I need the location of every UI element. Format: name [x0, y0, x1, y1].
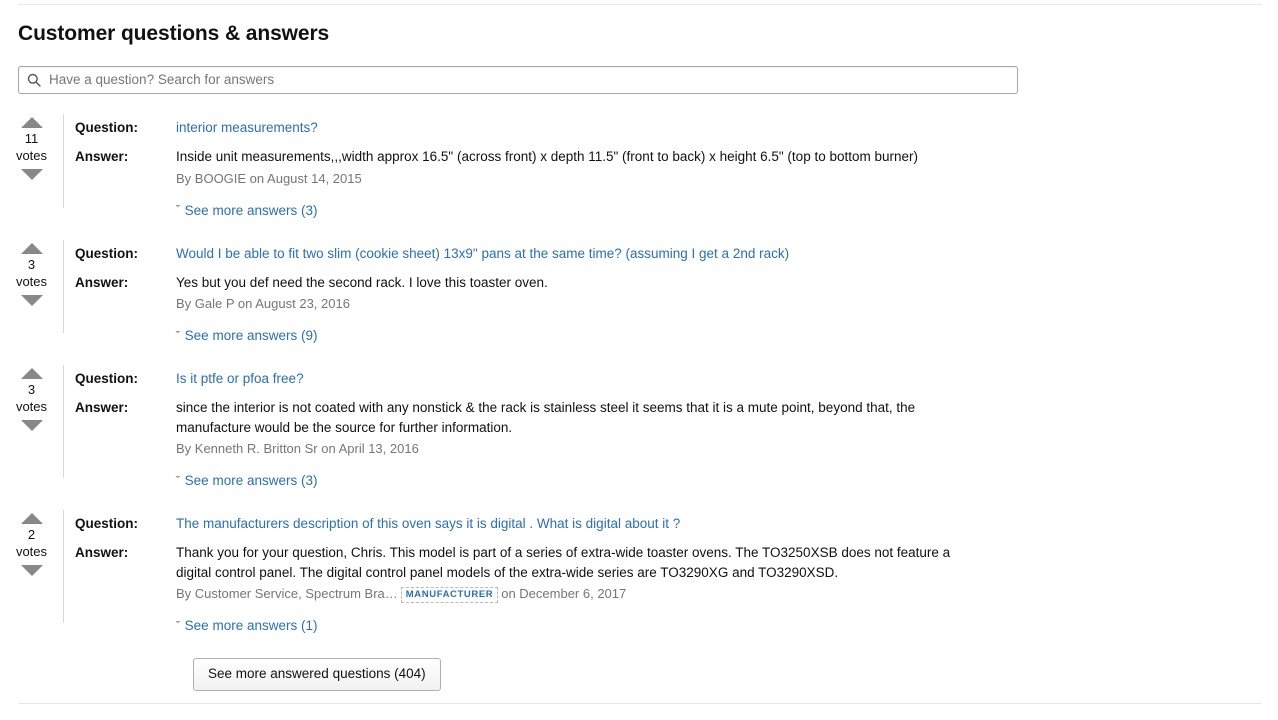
- answer-label: Answer:: [75, 274, 129, 290]
- vote-up-icon[interactable]: [20, 368, 43, 379]
- vote-label: votes: [15, 399, 48, 414]
- answer-label: Answer:: [75, 400, 129, 415]
- qa-item: 2 votes Question: The manufacturers desc…: [0, 500, 1278, 645]
- question-link[interactable]: The manufacturers description of this ov…: [176, 516, 680, 531]
- chevron-down-icon: ˇ: [175, 329, 180, 342]
- byline-author: By Kenneth R. Britton Sr on April 13, 20…: [176, 441, 419, 456]
- question-label: Question:: [75, 245, 138, 261]
- chevron-down-icon: ˇ: [175, 474, 180, 487]
- answer-content: Thank you for your question, Chris. This…: [176, 543, 980, 635]
- question-row: Question: interior measurements?: [75, 118, 1278, 137]
- qa-body: Question: Would I be able to fit two sli…: [64, 230, 1278, 346]
- question-label: Question:: [75, 120, 138, 135]
- vote-column: 3 votes: [0, 355, 63, 431]
- answer-text: since the interior is not coated with an…: [176, 400, 916, 435]
- vote-column: 2 votes: [0, 500, 63, 576]
- chevron-down-icon: ˇ: [175, 204, 180, 216]
- question-link[interactable]: interior measurements?: [176, 120, 318, 135]
- see-more-answers-link[interactable]: See more answers (9): [185, 327, 318, 345]
- qa-item: 3 votes Question: Is it ptfe or pfoa fre…: [0, 355, 1278, 500]
- answer-text: Inside unit measurements,,,width approx …: [176, 149, 918, 164]
- vote-label: votes: [15, 273, 48, 289]
- question-row: Question: The manufacturers description …: [75, 514, 1278, 533]
- vote-down-icon[interactable]: [20, 169, 43, 180]
- qa-item: 3 votes Question: Would I be able to fit…: [0, 230, 1278, 356]
- answer-content: Yes but you def need the second rack. I …: [176, 273, 980, 346]
- answer-content: since the interior is not coated with an…: [176, 398, 980, 490]
- question-link[interactable]: Is it ptfe or pfoa free?: [176, 371, 304, 386]
- question-row: Question: Is it ptfe or pfoa free?: [75, 369, 1278, 388]
- question-content: The manufacturers description of this ov…: [176, 514, 980, 533]
- vote-up-icon[interactable]: [20, 242, 43, 254]
- answer-row: Answer: Thank you for your question, Chr…: [75, 543, 1278, 635]
- see-more-answers-row: ˇ See more answers (3): [176, 472, 980, 490]
- answer-row: Answer: Yes but you def need the second …: [75, 273, 1278, 346]
- answer-byline: By Customer Service, Spectrum Bra… MANUFA…: [176, 584, 980, 603]
- manufacturer-badge[interactable]: MANUFACTURER: [400, 587, 499, 603]
- answer-row: Answer: Inside unit measurements,,,width…: [75, 147, 1278, 220]
- vote-down-icon[interactable]: [20, 420, 43, 431]
- question-link[interactable]: Would I be able to fit two slim (cookie …: [176, 246, 789, 261]
- vote-up-icon[interactable]: [20, 117, 43, 128]
- vote-count: 3: [27, 256, 36, 272]
- byline-author: By Customer Service, Spectrum Bra…: [176, 586, 398, 601]
- bottom-divider: [18, 703, 1262, 704]
- more-questions-row: See more answered questions (404): [0, 658, 1278, 691]
- question-content: interior measurements?: [176, 118, 980, 137]
- vote-label: votes: [15, 148, 48, 163]
- qa-body: Question: Is it ptfe or pfoa free? Answe…: [64, 355, 1278, 490]
- see-more-answers-link[interactable]: See more answers (1): [185, 617, 318, 635]
- question-content: Would I be able to fit two slim (cookie …: [176, 244, 980, 263]
- question-row: Question: Would I be able to fit two sli…: [75, 244, 1278, 263]
- vote-up-icon[interactable]: [20, 513, 43, 524]
- vote-column: 3 votes: [0, 230, 63, 306]
- qa-body: Question: interior measurements? Answer:…: [64, 104, 1278, 220]
- top-divider: [18, 4, 1262, 5]
- vote-label: votes: [15, 544, 48, 559]
- vote-count: 11: [24, 131, 39, 146]
- question-content: Is it ptfe or pfoa free?: [176, 369, 980, 388]
- see-more-answers-row: ˇ See more answers (9): [176, 327, 980, 345]
- vote-count: 3: [27, 382, 36, 397]
- vote-down-icon[interactable]: [20, 565, 43, 576]
- answer-byline: By Gale P on August 23, 2016: [176, 294, 980, 313]
- see-more-answered-questions-button[interactable]: See more answered questions (404): [193, 658, 441, 691]
- see-more-answers-link[interactable]: See more answers (3): [185, 202, 318, 220]
- search-input[interactable]: [49, 68, 1017, 92]
- byline-author: By Gale P on August 23, 2016: [176, 296, 350, 311]
- question-label: Question:: [75, 371, 138, 386]
- see-more-answers-row: ˇ See more answers (3): [176, 202, 980, 220]
- qa-list: 11 votes Question: interior measurements…: [0, 104, 1278, 645]
- chevron-down-icon: ˇ: [175, 619, 180, 632]
- see-more-answers-link[interactable]: See more answers (3): [185, 472, 318, 490]
- vote-down-icon[interactable]: [20, 294, 43, 306]
- answer-text: Thank you for your question, Chris. This…: [176, 545, 951, 580]
- byline-author: By BOOGIE on August 14, 2015: [176, 170, 362, 186]
- answer-content: Inside unit measurements,,,width approx …: [176, 147, 980, 220]
- see-more-answers-row: ˇ See more answers (1): [176, 617, 980, 635]
- page-title: Customer questions & answers: [18, 22, 330, 45]
- qa-item: 11 votes Question: interior measurements…: [0, 104, 1278, 230]
- byline-date: on December 6, 2017: [501, 586, 627, 601]
- qa-body: Question: The manufacturers description …: [64, 500, 1278, 635]
- question-label: Question:: [75, 516, 138, 531]
- customer-qa-page: Customer questions & answers 11 votes Qu…: [0, 0, 1278, 720]
- question-search-box[interactable]: [18, 66, 1018, 94]
- answer-text: Yes but you def need the second rack. I …: [176, 274, 548, 290]
- answer-label: Answer:: [75, 149, 129, 164]
- answer-row: Answer: since the interior is not coated…: [75, 398, 1278, 490]
- answer-byline: By BOOGIE on August 14, 2015: [176, 169, 980, 188]
- vote-count: 2: [27, 527, 36, 542]
- vote-column: 11 votes: [0, 104, 63, 180]
- answer-label: Answer:: [75, 545, 129, 560]
- answer-byline: By Kenneth R. Britton Sr on April 13, 20…: [176, 439, 980, 458]
- search-icon: [27, 73, 49, 87]
